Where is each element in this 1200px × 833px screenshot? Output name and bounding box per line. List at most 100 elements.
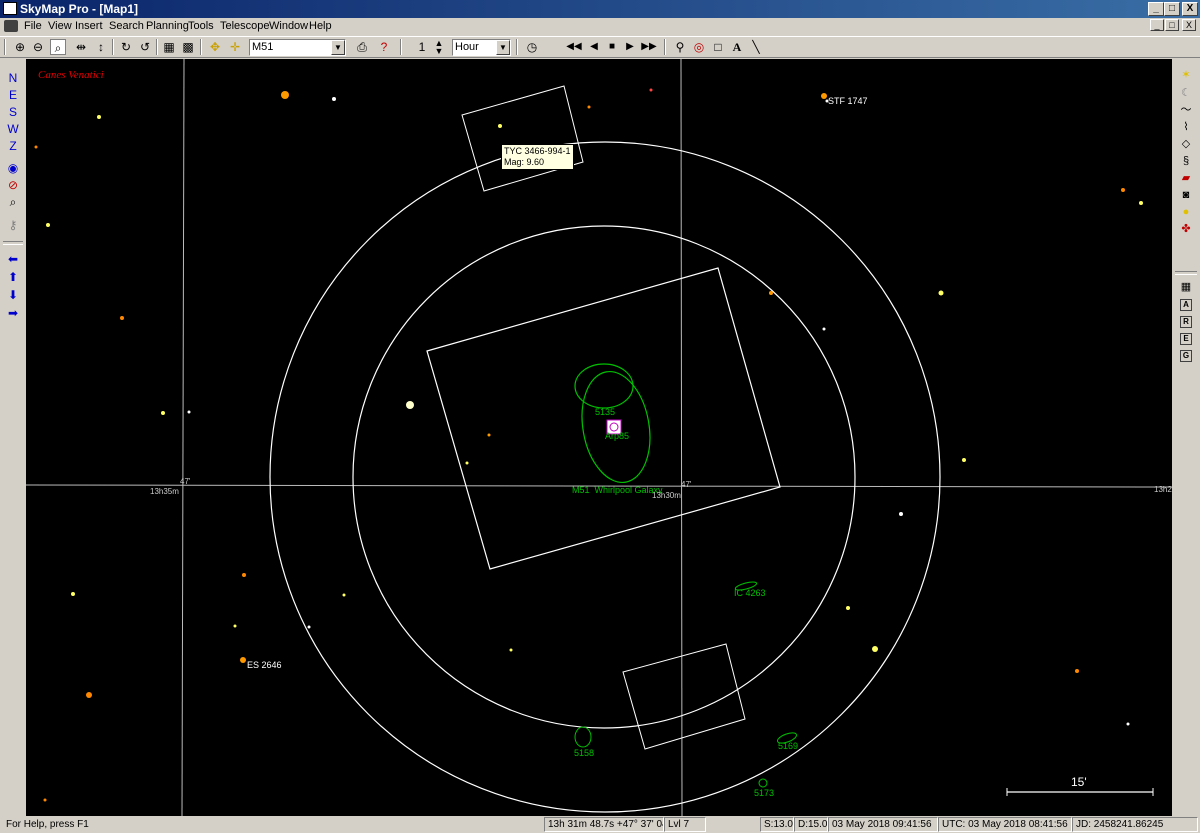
- star[interactable]: [769, 291, 773, 295]
- star[interactable]: [97, 115, 101, 119]
- orient-east-button[interactable]: E: [5, 87, 21, 103]
- menu-search[interactable]: Search: [109, 20, 144, 32]
- step-back-icon[interactable]: ◀: [586, 39, 602, 55]
- line-tool-icon[interactable]: ╲: [748, 39, 764, 55]
- star[interactable]: [120, 316, 124, 320]
- star[interactable]: [509, 648, 513, 652]
- menu-window[interactable]: Window: [269, 20, 308, 32]
- star[interactable]: [242, 573, 246, 577]
- star[interactable]: [821, 93, 827, 99]
- widen-vertical-icon[interactable]: ↕: [93, 39, 109, 55]
- sky-map-svg[interactable]: [26, 59, 1172, 816]
- find-icon[interactable]: ⌕: [5, 194, 21, 210]
- star[interactable]: [34, 145, 38, 149]
- fast-forward-icon[interactable]: ▶▶: [641, 39, 657, 55]
- star[interactable]: [962, 458, 966, 462]
- star[interactable]: [307, 625, 311, 629]
- star[interactable]: [1075, 669, 1079, 673]
- annotation-e-button[interactable]: E: [1180, 333, 1192, 345]
- moon-icon[interactable]: ☾: [1178, 85, 1194, 101]
- star[interactable]: [187, 410, 191, 414]
- annotation-a-button[interactable]: A: [1180, 299, 1192, 311]
- star[interactable]: [342, 593, 346, 597]
- text-tool-icon[interactable]: A: [729, 39, 745, 55]
- table-grid-icon[interactable]: ▦: [1178, 279, 1194, 295]
- menu-tools[interactable]: Tools: [188, 20, 214, 32]
- rotate-ccw-icon[interactable]: ↺: [137, 39, 153, 55]
- app-icon[interactable]: [3, 2, 17, 15]
- annotation-g-button[interactable]: G: [1180, 350, 1192, 362]
- center-crosshair-icon[interactable]: ✛: [227, 39, 243, 55]
- boundary-icon[interactable]: ◇: [1178, 136, 1194, 152]
- key-icon[interactable]: ⚷: [5, 217, 21, 233]
- colors-icon[interactable]: ✤: [1178, 221, 1194, 237]
- star[interactable]: [281, 91, 289, 99]
- star[interactable]: [587, 105, 591, 109]
- galaxy-icon[interactable]: §: [1178, 153, 1194, 169]
- stop-icon[interactable]: ■: [604, 39, 620, 55]
- step-forward-icon[interactable]: ▶: [622, 39, 638, 55]
- star[interactable]: [161, 411, 165, 415]
- context-help-icon[interactable]: ?: [376, 39, 392, 55]
- compass-icon[interactable]: ⊘: [5, 177, 21, 193]
- minimize-button[interactable]: _: [1148, 2, 1164, 16]
- star[interactable]: [938, 290, 944, 296]
- pan-left-icon[interactable]: ⬅: [5, 251, 21, 267]
- star[interactable]: [233, 624, 237, 628]
- star[interactable]: [1139, 201, 1143, 205]
- sky-map-canvas[interactable]: Canes Venatici STF 1747 ES 2646 5135 Arp…: [26, 59, 1172, 816]
- menu-view[interactable]: View: [48, 20, 72, 32]
- ngc5173-circle[interactable]: [758, 778, 768, 788]
- camera-icon[interactable]: ◙: [1178, 187, 1194, 203]
- clock-icon[interactable]: ◷: [524, 39, 540, 55]
- mdi-close-button[interactable]: X: [1182, 19, 1196, 31]
- menu-insert[interactable]: Insert: [75, 20, 103, 32]
- step-unit-combo[interactable]: Hour ▼: [452, 39, 511, 56]
- constellation-lines-icon[interactable]: ⌇: [1178, 119, 1194, 135]
- globe-icon[interactable]: ◉: [5, 160, 21, 176]
- pan-right-icon[interactable]: ➡: [5, 305, 21, 321]
- target-icon[interactable]: ◎: [691, 39, 707, 55]
- ngc5148-ellipse[interactable]: [574, 726, 592, 748]
- toolbox-icon[interactable]: ▰: [1178, 170, 1194, 186]
- star[interactable]: [649, 88, 653, 92]
- rectangle-icon[interactable]: □: [710, 39, 726, 55]
- orient-west-button[interactable]: W: [5, 121, 21, 137]
- star[interactable]: [1126, 722, 1130, 726]
- rotate-cw-icon[interactable]: ↻: [118, 39, 134, 55]
- star[interactable]: [71, 592, 75, 596]
- star[interactable]: [846, 606, 850, 610]
- star[interactable]: [899, 512, 903, 516]
- zoom-in-icon[interactable]: ⊕: [12, 39, 28, 55]
- star[interactable]: [43, 798, 47, 802]
- star[interactable]: [498, 124, 502, 128]
- orient-north-button[interactable]: N: [5, 70, 21, 86]
- pan-up-icon[interactable]: ⬆: [5, 269, 21, 285]
- telescope-icon[interactable]: ⚲: [672, 39, 688, 55]
- grid-alt-icon[interactable]: ▩: [180, 39, 196, 55]
- menu-telescope[interactable]: Telescope: [220, 20, 270, 32]
- zoom-field-icon[interactable]: ⌕: [50, 39, 66, 55]
- mdi-minimize-button[interactable]: _: [1150, 19, 1164, 31]
- chevron-down-icon[interactable]: ▼: [496, 40, 510, 55]
- star[interactable]: [240, 657, 246, 663]
- widen-horizontal-icon[interactable]: ⇹: [73, 39, 89, 55]
- star[interactable]: [822, 327, 826, 331]
- comet-icon[interactable]: 〜: [1178, 102, 1194, 118]
- star[interactable]: [465, 461, 469, 465]
- grid-toggle-icon[interactable]: ▦: [161, 39, 177, 55]
- menu-planning[interactable]: Planning: [146, 20, 189, 32]
- star[interactable]: [86, 692, 92, 698]
- menu-help[interactable]: Help: [309, 20, 332, 32]
- target-combo[interactable]: M51 ▼: [249, 39, 346, 56]
- annotation-r-button[interactable]: R: [1180, 316, 1192, 328]
- menu-file[interactable]: File: [24, 20, 42, 32]
- stars-icon[interactable]: ✶: [1178, 67, 1194, 83]
- orient-south-button[interactable]: S: [5, 104, 21, 120]
- rewind-icon[interactable]: ◀◀: [566, 39, 582, 55]
- center-object-icon[interactable]: ✥: [207, 39, 223, 55]
- step-spinner[interactable]: ▲ ▼: [432, 39, 446, 56]
- close-button[interactable]: X: [1182, 2, 1198, 16]
- print-icon[interactable]: ⎙: [354, 39, 370, 55]
- mdi-restore-button[interactable]: □: [1165, 19, 1179, 31]
